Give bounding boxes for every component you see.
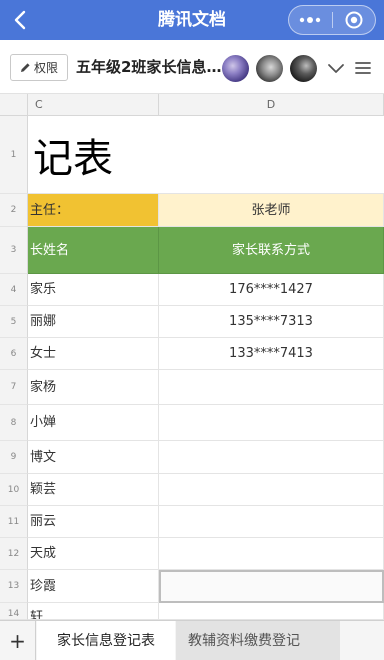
collaborator-avatar-2[interactable] [256,55,283,82]
permission-button[interactable]: 权限 [10,54,68,81]
sheet-corner[interactable] [0,94,28,116]
parent-phone-cell[interactable] [159,405,384,441]
row-header[interactable]: 7 [0,370,28,405]
row-header[interactable]: 2 [0,194,28,227]
column-header-c[interactable]: C [28,94,159,116]
column-header-d[interactable]: D [159,94,384,116]
parent-name-cell[interactable]: 颖芸 [28,474,159,506]
parent-name-cell[interactable]: 女士 [28,338,159,370]
teacher-label-cell[interactable]: 主任： [28,194,159,227]
permission-label: 权限 [33,61,58,75]
sheet-tab-bar: + 家长信息登记表 教辅资料缴费登记 [0,620,384,660]
hamburger-menu-icon [355,62,371,74]
parent-phone-cell[interactable] [159,506,384,538]
parent-name-cell[interactable]: 博文 [28,441,159,474]
parent-phone-cell[interactable] [159,441,384,474]
row-header[interactable]: 9 [0,441,28,474]
sheet-title-text: 记表 [33,136,113,182]
nav-bar: 腾讯文档 [0,0,384,40]
sheet-tab-active[interactable]: 家长信息登记表 [37,621,175,660]
row-header[interactable]: 13 [0,570,28,603]
parent-name-cell[interactable]: 丽娜 [28,306,159,338]
parent-phone-cell[interactable] [159,370,384,405]
sheet-title-cell[interactable]: 记表 [28,116,384,194]
row-header[interactable]: 14 [0,603,28,620]
row-header[interactable]: 11 [0,506,28,538]
parent-name-cell[interactable]: 小婵 [28,405,159,441]
more-dots-icon [300,17,321,23]
row-header[interactable]: 12 [0,538,28,570]
parent-phone-cell[interactable]: 135****7313 [159,306,384,338]
parent-name-cell[interactable]: 家乐 [28,274,159,306]
chevron-down-icon [328,64,344,73]
pencil-icon [20,63,30,72]
row-header[interactable]: 6 [0,338,28,370]
parent-name-cell[interactable]: 天成 [28,538,159,570]
menu-button[interactable] [352,58,374,78]
add-sheet-button[interactable]: + [0,621,36,660]
row-header[interactable]: 8 [0,405,28,441]
collaborator-avatar-3[interactable] [290,55,317,82]
parent-phone-cell[interactable] [159,474,384,506]
parent-name-cell[interactable]: 珍霞 [28,570,159,603]
row-header[interactable]: 1 [0,116,28,194]
collaborator-avatar-1[interactable] [222,55,249,82]
parent-name-cell[interactable]: 丽云 [28,506,159,538]
parent-phone-cell[interactable]: 176****1427 [159,274,384,306]
parent-contact-header-cell[interactable]: 家长联系方式 [159,227,384,274]
teacher-name-cell[interactable]: 张老师 [159,194,384,227]
sheet-tab-inactive[interactable]: 教辅资料缴费登记 [176,621,340,660]
target-circle-icon [345,11,363,29]
close-button[interactable] [332,6,375,34]
selected-cell[interactable] [159,570,384,603]
sheet-tab-overflow[interactable] [340,621,384,660]
row-header[interactable]: 10 [0,474,28,506]
document-title[interactable]: 五年级2班家长信息登记表 [76,54,222,81]
parent-phone-cell[interactable] [159,538,384,570]
parent-name-cell[interactable]: 家杨 [28,370,159,405]
more-button[interactable] [289,6,332,34]
row-header[interactable]: 3 [0,227,28,274]
expand-collaborators-button[interactable] [326,58,346,78]
parent-name-header-cell[interactable]: 长姓名 [28,227,159,274]
row-header[interactable]: 5 [0,306,28,338]
parent-phone-cell[interactable]: 133****7413 [159,338,384,370]
row-header[interactable]: 4 [0,274,28,306]
parent-name-cell[interactable]: 轩 [28,603,159,620]
parent-phone-cell[interactable] [159,603,384,620]
miniprogram-capsule [288,5,376,35]
